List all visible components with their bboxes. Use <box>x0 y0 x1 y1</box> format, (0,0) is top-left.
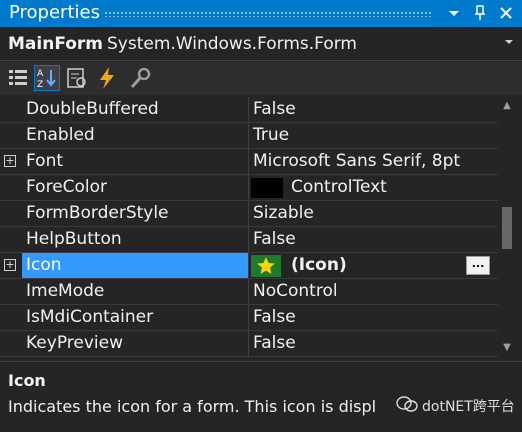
title-drag-grip[interactable] <box>104 11 431 17</box>
description-text: Indicates the icon for a form. This icon… <box>8 397 377 416</box>
property-grid-scrollbar[interactable]: ▲ ▼ <box>498 97 516 357</box>
property-value[interactable]: NoControl <box>249 279 498 304</box>
properties-icon[interactable] <box>64 65 90 91</box>
property-value[interactable]: Microsoft Sans Serif, 8pt <box>249 149 498 174</box>
property-value[interactable]: (Icon) ... <box>249 253 498 278</box>
property-value-text: ControlText <box>291 177 387 197</box>
wechat-icon <box>396 395 418 417</box>
property-row[interactable]: ImeMode NoControl <box>0 279 498 305</box>
object-type: System.Windows.Forms.Form <box>107 34 357 54</box>
property-name: KeyPreview <box>26 333 123 353</box>
property-value[interactable]: False <box>249 331 498 356</box>
scroll-thumb[interactable] <box>502 207 512 249</box>
svg-text:Z: Z <box>37 80 43 90</box>
browse-button[interactable]: ... <box>466 256 490 275</box>
property-row[interactable]: Enabled True <box>0 123 498 149</box>
property-row[interactable]: HelpButton False <box>0 227 498 253</box>
property-row[interactable]: DoubleBuffered False <box>0 97 498 123</box>
property-name: ForeColor <box>26 177 108 197</box>
property-name: HelpButton <box>26 229 122 249</box>
property-value[interactable]: Sizable <box>249 201 498 226</box>
property-value-text: (Icon) <box>291 255 347 275</box>
property-name: FormBorderStyle <box>26 203 169 223</box>
property-row[interactable]: + Font Microsoft Sans Serif, 8pt <box>0 149 498 175</box>
chevron-down-icon[interactable] <box>444 3 464 23</box>
pin-icon[interactable] <box>470 3 490 23</box>
properties-toolbar: A Z <box>0 62 522 95</box>
property-row-selected[interactable]: + Icon (Icon) ... <box>0 253 498 279</box>
property-row[interactable]: FormBorderStyle Sizable <box>0 201 498 227</box>
form-icon-thumbnail <box>251 255 281 277</box>
watermark-text: dotNET跨平台 <box>422 399 515 415</box>
object-name: MainForm <box>8 34 104 54</box>
property-value[interactable]: ControlText <box>249 175 498 200</box>
svg-text:A: A <box>37 69 44 79</box>
scroll-down-icon[interactable]: ▼ <box>498 339 516 357</box>
property-row[interactable]: KeyPreview False <box>0 331 498 357</box>
close-icon[interactable] <box>496 3 516 23</box>
property-name: Font <box>26 151 64 171</box>
properties-titlebar: Properties <box>0 0 522 27</box>
property-value[interactable]: False <box>249 305 498 330</box>
property-row[interactable]: IsMdiContainer False <box>0 305 498 331</box>
property-pages-icon[interactable] <box>128 65 154 91</box>
categorized-icon[interactable] <box>6 65 32 91</box>
property-grid: DoubleBuffered False Enabled True + Font… <box>0 97 522 357</box>
property-name: DoubleBuffered <box>26 99 159 119</box>
property-value[interactable]: False <box>249 227 498 252</box>
expand-icon[interactable]: + <box>4 155 16 167</box>
description-panel: Icon Indicates the icon for a form. This… <box>0 361 522 432</box>
property-value[interactable]: True <box>249 123 498 148</box>
chevron-down-icon[interactable] <box>504 36 514 50</box>
property-name: IsMdiContainer <box>26 307 154 327</box>
color-swatch <box>251 178 283 198</box>
property-name: Icon <box>22 253 248 278</box>
object-selector[interactable]: MainForm System.Windows.Forms.Form <box>0 30 522 61</box>
property-name: ImeMode <box>26 281 105 301</box>
alphabetical-icon[interactable]: A Z <box>34 65 60 91</box>
events-icon[interactable] <box>94 65 120 91</box>
window-title: Properties <box>9 2 100 23</box>
description-title: Icon <box>8 371 46 390</box>
expand-icon[interactable]: + <box>4 259 16 271</box>
watermark: dotNET跨平台 <box>396 395 515 417</box>
property-name: Enabled <box>26 125 95 145</box>
property-value[interactable]: False <box>249 97 498 122</box>
scroll-up-icon[interactable]: ▲ <box>498 97 516 115</box>
property-row[interactable]: ForeColor ControlText <box>0 175 498 201</box>
